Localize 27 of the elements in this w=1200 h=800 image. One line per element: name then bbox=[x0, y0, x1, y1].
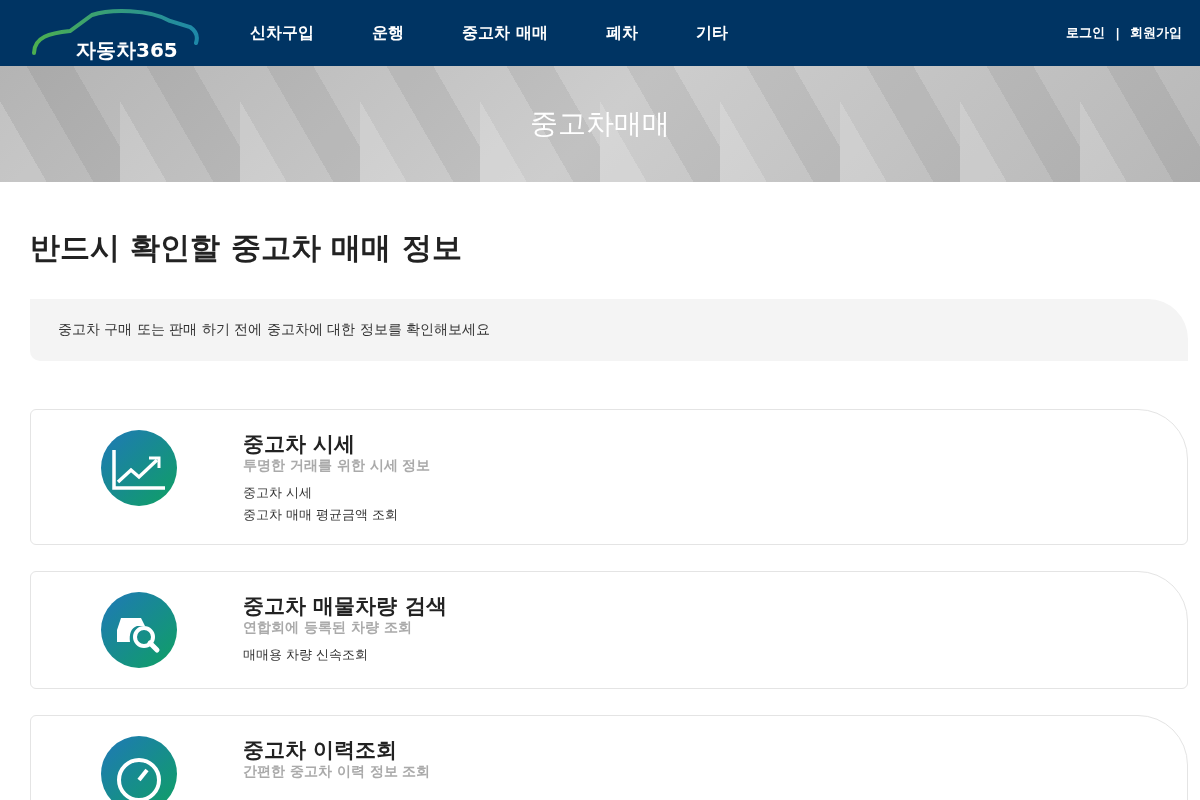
nav-link[interactable]: 폐차 bbox=[605, 22, 638, 44]
separator: | bbox=[1115, 25, 1120, 41]
nav-link[interactable]: 중고차 매매 bbox=[462, 22, 548, 44]
logo-text: 자동차365 bbox=[76, 37, 178, 64]
logo[interactable]: 자동차365 bbox=[30, 3, 200, 63]
nav-link[interactable]: 신차구입 bbox=[250, 22, 314, 44]
hero-title: 중고차매매 bbox=[530, 106, 670, 142]
card-title: 중고차 이력조회 bbox=[243, 738, 399, 764]
card-link[interactable]: 중고차 매매 평균금액 조회 bbox=[243, 506, 431, 524]
nav-link[interactable]: 운행 bbox=[372, 22, 404, 44]
card-subtitle: 연합회에 등록된 차량 조회 bbox=[243, 619, 413, 636]
service-card[interactable]: 중고차 매물차량 검색 연합회에 등록된 차량 조회 매매용 차량 신속조회 bbox=[30, 571, 1188, 689]
card-link[interactable]: 매매용 차량 신속조회 bbox=[243, 645, 447, 664]
auth-link[interactable]: 로그인 bbox=[1066, 24, 1106, 42]
car-search-icon bbox=[101, 592, 177, 668]
card-title: 중고차 시세 bbox=[243, 432, 357, 458]
line-chart-icon bbox=[101, 430, 177, 506]
service-card[interactable]: 중고차 이력조회 간편한 중고차 이력 정보 조회 bbox=[30, 715, 1188, 800]
service-card[interactable]: 중고차 시세 투명한 거래를 위한 시세 정보 중고차 시세 중고차 매매 평균금액 조회 bbox=[30, 409, 1188, 545]
card-subtitle: 간편한 중고차 이력 정보 조회 bbox=[243, 763, 431, 780]
card-subtitle: 투명한 거래를 위한 시세 정보 bbox=[243, 457, 431, 474]
card-title: 중고차 매물차량 검색 bbox=[243, 594, 447, 620]
auth-link[interactable]: 회원가입 bbox=[1130, 24, 1182, 42]
card-link[interactable]: 중고차 시세 bbox=[243, 484, 431, 502]
notice-text: 중고차 구매 또는 판매 하기 전에 중고차에 대한 정보를 확인해보세요 bbox=[58, 321, 491, 339]
section-heading: 반드시 확인할 중고차 매매 정보 bbox=[30, 229, 463, 267]
nav-link[interactable]: 기타 bbox=[695, 22, 728, 44]
